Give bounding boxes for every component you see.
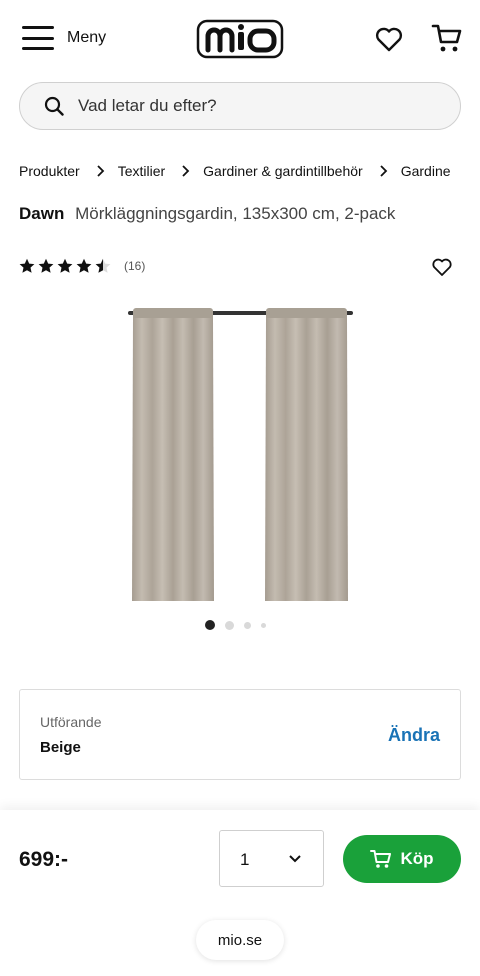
star-icon [38,258,54,273]
search-icon [44,96,64,116]
search-bar[interactable] [19,82,461,130]
star-half-icon [95,258,111,273]
product-title: Dawn Mörkläggningsgardin, 135x300 cm, 2-… [19,204,395,224]
variant-label: Utförande [40,714,102,730]
price: 699:- [19,848,69,871]
variant-selector[interactable]: Utförande Beige Ändra [19,689,461,780]
heart-icon[interactable] [374,24,404,54]
breadcrumb-item-gardine[interactable]: Gardine [401,163,451,179]
breadcrumb-item-textilier[interactable]: Textilier [118,163,165,179]
product-image[interactable] [120,300,360,610]
wishlist-heart-icon[interactable] [431,256,453,278]
buy-bar: 699:- 1 Köp mio.se [0,810,480,976]
chevron-right-icon [380,165,387,177]
chevron-down-icon [289,855,301,863]
quantity-select[interactable]: 1 [219,830,324,887]
product-brand: Dawn [19,204,65,223]
product-name: Mörkläggningsgardin, 135x300 cm, 2-pack [75,204,396,223]
cart-icon [370,850,392,868]
star-icon [57,258,73,273]
breadcrumb-item-gardiner[interactable]: Gardiner & gardintillbehör [203,163,363,179]
carousel-dot[interactable] [225,620,234,630]
menu-label: Meny [67,29,107,46]
breadcrumb: Produkter Textilier Gardiner & gardintil… [19,161,480,181]
breadcrumb-item-produkter[interactable]: Produkter [19,163,80,179]
right-curtain [265,308,348,601]
hamburger-icon [22,26,54,50]
review-count: (16) [124,259,146,273]
cart-icon[interactable] [431,22,463,54]
star-icon [76,258,92,273]
header: Meny mio [0,0,480,78]
image-carousel-dots [205,620,276,630]
chevron-right-icon [97,165,104,177]
carousel-dot-active[interactable] [205,620,215,630]
quantity-value: 1 [240,850,250,869]
star-icon [19,258,35,273]
left-curtain [132,308,214,601]
chevron-right-icon [182,165,190,177]
search-input[interactable] [78,96,418,116]
mio-logo[interactable]: mio [196,18,284,60]
variant-value: Beige [40,739,81,756]
change-variant-link[interactable]: Ändra [388,725,440,746]
buy-button[interactable]: Köp [343,835,461,883]
carousel-dot[interactable] [261,622,266,628]
carousel-dot[interactable] [244,621,251,629]
rating[interactable]: (16) [19,258,145,274]
menu-button[interactable]: Meny [22,26,106,50]
browser-url-pill[interactable]: mio.se [196,920,284,960]
buy-label: Köp [400,849,434,868]
